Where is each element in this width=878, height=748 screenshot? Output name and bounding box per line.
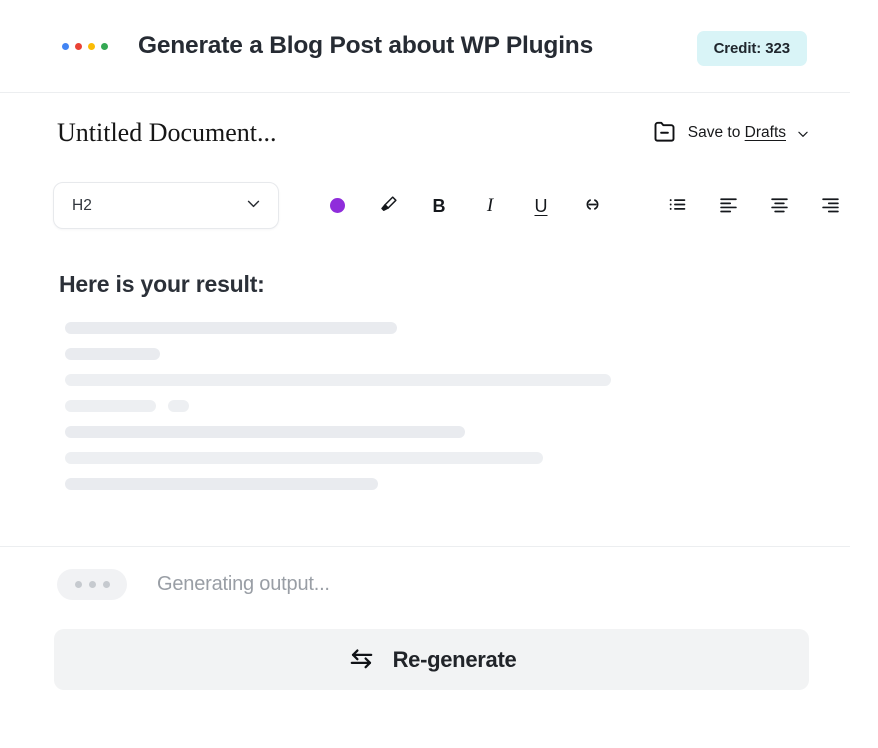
save-prefix: Save to — [688, 124, 745, 141]
skeleton-row — [0, 400, 850, 426]
skeleton-bar — [65, 478, 378, 490]
chevron-down-icon[interactable] — [796, 127, 808, 139]
highlighter-icon — [378, 194, 399, 218]
text-style-select[interactable]: H2 — [53, 182, 279, 229]
brand-dot-blue — [62, 43, 69, 50]
document-bar: Untitled Document... Save to Drafts — [0, 93, 850, 173]
content-skeleton — [0, 322, 850, 504]
status-text: Generating output... — [157, 573, 330, 596]
app-header: Generate a Blog Post about WP Plugins Cr… — [0, 0, 850, 93]
editor-footer: Generating output... Re-generate — [0, 547, 850, 748]
regenerate-label: Re-generate — [393, 647, 517, 673]
save-to-drafts-label: Save to Drafts — [688, 124, 786, 142]
skeleton-row — [0, 322, 850, 348]
skeleton-row — [0, 374, 850, 400]
skeleton-bar — [168, 400, 189, 412]
italic-icon: I — [487, 196, 493, 215]
highlighter-button[interactable] — [373, 191, 403, 221]
brand-logo — [62, 43, 108, 50]
text-color-button[interactable] — [322, 191, 352, 221]
save-target: Drafts — [745, 124, 786, 141]
loading-dot — [75, 581, 82, 588]
align-center-icon — [769, 194, 790, 218]
link-icon — [581, 193, 604, 219]
skeleton-bar — [65, 452, 543, 464]
bullet-list-icon — [667, 194, 688, 218]
editor-toolbar: H2 B I — [0, 173, 850, 238]
format-tools: B I U — [322, 191, 845, 221]
folder-minus-icon — [651, 117, 678, 149]
underline-icon: U — [535, 197, 548, 215]
save-to-drafts-button[interactable]: Save to Drafts — [651, 117, 808, 149]
skeleton-bar — [65, 348, 160, 360]
skeleton-bar — [65, 374, 611, 386]
skeleton-bar — [65, 426, 465, 438]
text-style-select-value: H2 — [72, 197, 92, 215]
generation-status: Generating output... — [57, 569, 330, 600]
document-title[interactable]: Untitled Document... — [57, 118, 277, 148]
color-swatch-icon — [330, 198, 345, 213]
italic-button[interactable]: I — [475, 191, 505, 221]
skeleton-bar — [65, 322, 397, 334]
brand-dot-yellow — [88, 43, 95, 50]
loading-indicator — [57, 569, 127, 600]
skeleton-row — [0, 478, 850, 504]
bold-icon: B — [433, 197, 446, 215]
bold-button[interactable]: B — [424, 191, 454, 221]
chevron-down-icon — [245, 195, 262, 217]
skeleton-row — [0, 348, 850, 374]
skeleton-row — [0, 452, 850, 478]
swap-arrows-icon — [347, 644, 376, 676]
app-window: Generate a Blog Post about WP Plugins Cr… — [0, 0, 878, 748]
align-left-icon — [718, 194, 739, 218]
editor-body[interactable]: Here is your result: — [0, 238, 850, 547]
page-title: Generate a Blog Post about WP Plugins — [138, 32, 593, 60]
skeleton-row — [0, 426, 850, 452]
loading-dot — [89, 581, 96, 588]
align-right-icon — [820, 194, 841, 218]
regenerate-button[interactable]: Re-generate — [54, 629, 809, 690]
brand-dot-green — [101, 43, 108, 50]
loading-dot — [103, 581, 110, 588]
align-left-button[interactable] — [713, 191, 743, 221]
brand-dot-red — [75, 43, 82, 50]
credit-badge: Credit: 323 — [697, 31, 807, 66]
result-heading: Here is your result: — [59, 271, 265, 298]
align-right-button[interactable] — [815, 191, 845, 221]
underline-button[interactable]: U — [526, 191, 556, 221]
skeleton-bar — [65, 400, 156, 412]
align-center-button[interactable] — [764, 191, 794, 221]
bullet-list-button[interactable] — [662, 191, 692, 221]
link-button[interactable] — [577, 191, 607, 221]
